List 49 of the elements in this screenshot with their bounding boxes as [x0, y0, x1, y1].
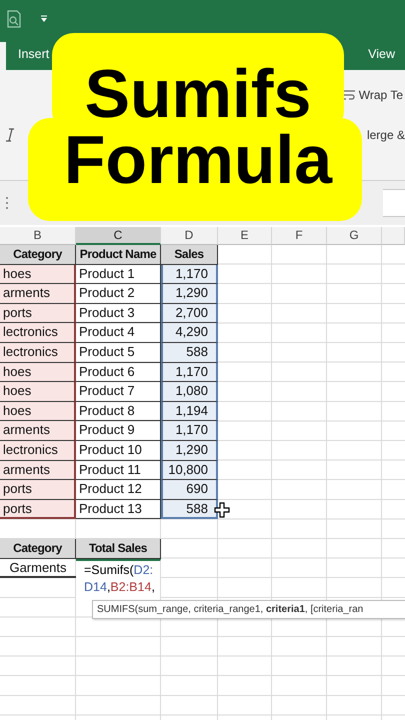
- table-cell: 10,800: [161, 460, 218, 480]
- italic-icon[interactable]: [5, 128, 15, 142]
- column-heading: Category: [0, 245, 76, 265]
- formula-field[interactable]: [383, 189, 405, 217]
- table-cell: arments: [0, 284, 76, 304]
- column-heading: Category: [0, 538, 76, 558]
- table-cell: 1,290: [161, 284, 218, 304]
- table-cell: 1,194: [161, 402, 218, 422]
- column-header[interactable]: E: [218, 227, 272, 245]
- column-header[interactable]: C: [76, 227, 161, 245]
- table-cell: ports: [0, 500, 76, 520]
- table-cell: hoes: [0, 362, 76, 382]
- ribbon-tab[interactable]: View: [368, 47, 395, 61]
- table-cell: 2,700: [161, 304, 218, 324]
- formula-text: =Sumifs(D2:: [76, 558, 161, 578]
- table-cell: 588: [161, 342, 218, 363]
- wrap-text-button[interactable]: Wrap Te: [342, 88, 403, 102]
- table-cell: hoes: [0, 402, 76, 422]
- overlay-title: Sumifs Formula: [62, 61, 334, 193]
- table-cell: ports: [0, 480, 76, 500]
- column-header[interactable]: G: [327, 227, 382, 245]
- more-options-icon[interactable]: [5, 196, 9, 210]
- function-tooltip: SUMIFS(sum_range, criteria_range1, criteria1, [criteria_ran: [92, 600, 405, 619]
- column-heading: Sales: [161, 245, 218, 265]
- table-cell: lectronics: [0, 342, 76, 363]
- table-cell: 1,170: [161, 362, 218, 382]
- column-header[interactable]: F: [272, 227, 327, 245]
- table-cell: 1,290: [161, 440, 218, 461]
- table-cell: lectronics: [0, 323, 76, 343]
- table-cell: hoes: [0, 382, 76, 402]
- table-cell: hoes: [0, 264, 76, 284]
- customize-toolbar-icon[interactable]: [40, 15, 48, 23]
- table-cell: arments: [0, 421, 76, 441]
- table-cell: 4,290: [161, 323, 218, 343]
- table-cell: lectronics: [0, 440, 76, 461]
- table-cell: ports: [0, 304, 76, 324]
- column-heading: Product Name: [76, 245, 161, 265]
- wrap-text-icon[interactable]: [342, 89, 356, 101]
- table-cell: 1,080: [161, 382, 218, 402]
- table-cell: arments: [0, 460, 76, 480]
- ribbon-tab[interactable]: Insert: [18, 47, 50, 61]
- table-cell: 1,170: [161, 264, 218, 284]
- table-cell: 690: [161, 480, 218, 500]
- document-search-icon[interactable]: [6, 10, 22, 28]
- column-heading: Total Sales: [76, 538, 161, 558]
- merge-button[interactable]: lerge &: [366, 128, 405, 142]
- table-cell: 1,170: [161, 421, 218, 441]
- table-cell: 588: [161, 500, 218, 520]
- move-cursor-icon[interactable]: [214, 502, 230, 518]
